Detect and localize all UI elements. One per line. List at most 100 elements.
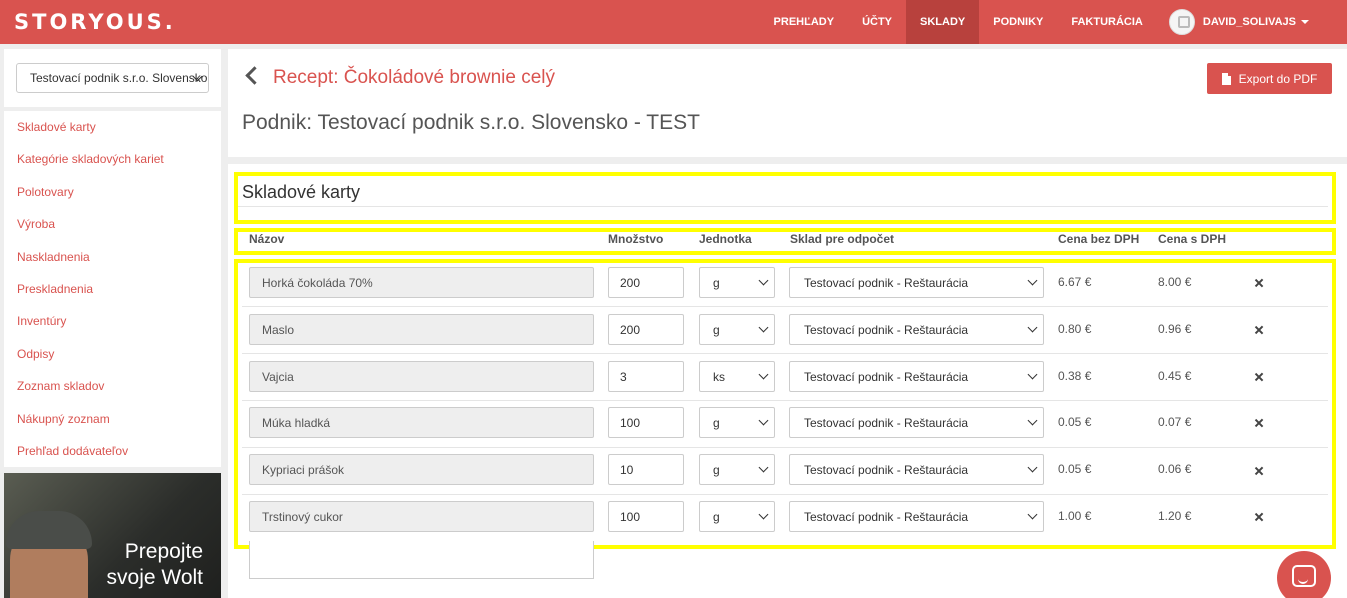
chat-button[interactable] xyxy=(1277,551,1331,598)
nav-prehlady[interactable]: PREHĽADY xyxy=(760,0,849,44)
sidebar-item-prehlad-dodavatelov[interactable]: Prehľad dodávateľov xyxy=(4,439,221,471)
unit-select-value: g xyxy=(713,416,720,430)
store-select[interactable]: Testovací podnik - Reštaurácia xyxy=(789,501,1044,532)
ingredient-name-field[interactable]: Múka hladká xyxy=(249,407,594,438)
store-select[interactable]: Testovací podnik - Reštaurácia xyxy=(789,267,1044,298)
sidebar-item-skladove-karty[interactable]: Skladové karty xyxy=(4,115,221,147)
col-header-price-net: Cena bez DPH xyxy=(1058,232,1140,246)
ingredient-name-field[interactable]: Kypriaci prášok xyxy=(249,454,594,485)
export-pdf-button[interactable]: Export do PDF xyxy=(1207,63,1332,94)
chevron-down-icon xyxy=(1027,462,1038,473)
chevron-down-icon xyxy=(1027,322,1038,333)
quantity-input[interactable]: 3 xyxy=(608,361,684,392)
quantity-input[interactable]: 200 xyxy=(608,314,684,345)
chat-icon xyxy=(1292,565,1316,587)
unit-select[interactable]: g xyxy=(699,314,775,345)
new-ingredient-field[interactable] xyxy=(249,541,594,579)
price-net: 0.05 € xyxy=(1058,462,1092,476)
wolt-ad-banner[interactable]: Prepojte svoje Wolt xyxy=(4,473,221,598)
business-select[interactable]: Testovací podnik s.r.o. Slovensko - TEST xyxy=(16,63,209,93)
row-divider xyxy=(242,494,1328,495)
remove-row-icon[interactable] xyxy=(1254,325,1264,335)
business-select-panel: Testovací podnik s.r.o. Slovensko - TEST xyxy=(4,49,221,107)
ingredient-name-field[interactable]: Maslo xyxy=(249,314,594,345)
main-nav: PREHĽADY ÚČTY SKLADY PODNIKY FAKTURÁCIA … xyxy=(760,0,1347,44)
back-chevron-icon[interactable] xyxy=(244,65,260,85)
unit-select-value: ks xyxy=(713,370,725,384)
storyous-logo[interactable]: STORYOUS. xyxy=(14,10,176,34)
sidebar-item-preskladnenia[interactable]: Preskladnenia xyxy=(4,277,221,309)
price-gross: 0.45 € xyxy=(1158,369,1192,383)
ingredient-name-field[interactable]: Trstinový cukor xyxy=(249,501,594,532)
quantity-input[interactable]: 200 xyxy=(608,267,684,298)
user-menu[interactable]: DAVID_SOLIVAJS xyxy=(1157,0,1347,44)
ad-line-2: svoje Wolt xyxy=(106,566,203,589)
price-net: 0.80 € xyxy=(1058,322,1092,336)
chevron-down-icon xyxy=(758,275,769,286)
col-header-price-gross: Cena s DPH xyxy=(1158,232,1227,246)
nav-fakturacia[interactable]: FAKTURÁCIA xyxy=(1057,0,1157,44)
sidebar-item-odpisy[interactable]: Odpisy xyxy=(4,342,221,374)
price-gross: 0.96 € xyxy=(1158,322,1192,336)
store-select[interactable]: Testovací podnik - Reštaurácia xyxy=(789,361,1044,392)
remove-row-icon[interactable] xyxy=(1254,372,1264,382)
price-gross: 0.07 € xyxy=(1158,415,1192,429)
remove-row-icon[interactable] xyxy=(1254,418,1264,428)
sidebar-item-naskladnenia[interactable]: Naskladnenia xyxy=(4,245,221,277)
store-select[interactable]: Testovací podnik - Reštaurácia xyxy=(789,407,1044,438)
remove-row-icon[interactable] xyxy=(1254,466,1264,476)
col-header-quantity: Množstvo xyxy=(608,232,664,246)
avatar xyxy=(1168,9,1195,35)
chevron-down-icon xyxy=(758,369,769,380)
remove-row-icon[interactable] xyxy=(1254,512,1264,522)
unit-select-value: g xyxy=(713,463,720,477)
price-net: 0.05 € xyxy=(1058,415,1092,429)
quantity-input[interactable]: 10 xyxy=(608,454,684,485)
business-title: Podnik: Testovací podnik s.r.o. Slovensk… xyxy=(242,111,700,134)
ingredient-name-field[interactable]: Vajcia xyxy=(249,361,594,392)
chevron-down-icon xyxy=(758,462,769,473)
ingredient-name-field[interactable]: Horká čokoláda 70% xyxy=(249,267,594,298)
recipe-header: Recept: Čokoládové brownie celý Export d… xyxy=(228,49,1347,157)
export-pdf-label: Export do PDF xyxy=(1238,71,1318,86)
quantity-input[interactable]: 100 xyxy=(608,407,684,438)
store-select-value: Testovací podnik - Reštaurácia xyxy=(804,510,969,524)
sidebar-item-zoznam-skladov[interactable]: Zoznam skladov xyxy=(4,374,221,406)
sidebar-menu: Skladové karty Kategórie skladových kari… xyxy=(4,111,221,467)
chevron-down-icon xyxy=(1027,509,1038,520)
sidebar-item-kategorie[interactable]: Kategórie skladových kariet xyxy=(4,147,221,179)
nav-sklady[interactable]: SKLADY xyxy=(906,0,980,44)
sidebar-item-nakupny-zoznam[interactable]: Nákupný zoznam xyxy=(4,407,221,439)
col-header-name: Názov xyxy=(249,232,285,246)
file-icon xyxy=(1221,72,1231,85)
price-gross: 1.20 € xyxy=(1158,509,1192,523)
store-select[interactable]: Testovací podnik - Reštaurácia xyxy=(789,314,1044,345)
store-select-value: Testovací podnik - Reštaurácia xyxy=(804,276,969,290)
unit-select[interactable]: g xyxy=(699,501,775,532)
unit-select-value: g xyxy=(713,323,720,337)
sidebar-item-polotovary[interactable]: Polotovary xyxy=(4,180,221,212)
nav-podniky[interactable]: PODNIKY xyxy=(979,0,1057,44)
unit-select[interactable]: g xyxy=(699,267,775,298)
chevron-down-icon xyxy=(1027,369,1038,380)
chevron-down-icon xyxy=(758,415,769,426)
sidebar-item-inventury[interactable]: Inventúry xyxy=(4,309,221,341)
store-select-value: Testovací podnik - Reštaurácia xyxy=(804,323,969,337)
nav-ucty[interactable]: ÚČTY xyxy=(848,0,906,44)
unit-select[interactable]: g xyxy=(699,407,775,438)
store-select-value: Testovací podnik - Reštaurácia xyxy=(804,416,969,430)
unit-select[interactable]: g xyxy=(699,454,775,485)
card-title: Skladové karty xyxy=(242,182,361,202)
sidebar-item-vyroba[interactable]: Výroba xyxy=(4,212,221,244)
business-select-value: Testovací podnik s.r.o. Slovensko - TEST xyxy=(30,71,208,85)
unit-select[interactable]: ks xyxy=(699,361,775,392)
chevron-down-icon xyxy=(1027,275,1038,286)
unit-select-value: g xyxy=(713,276,720,290)
top-navbar: STORYOUS. PREHĽADY ÚČTY SKLADY PODNIKY F… xyxy=(0,0,1347,44)
row-divider xyxy=(242,306,1328,307)
remove-row-icon[interactable] xyxy=(1254,278,1264,288)
unit-select-value: g xyxy=(713,510,720,524)
store-select[interactable]: Testovací podnik - Reštaurácia xyxy=(789,454,1044,485)
store-select-value: Testovací podnik - Reštaurácia xyxy=(804,463,969,477)
quantity-input[interactable]: 100 xyxy=(608,501,684,532)
